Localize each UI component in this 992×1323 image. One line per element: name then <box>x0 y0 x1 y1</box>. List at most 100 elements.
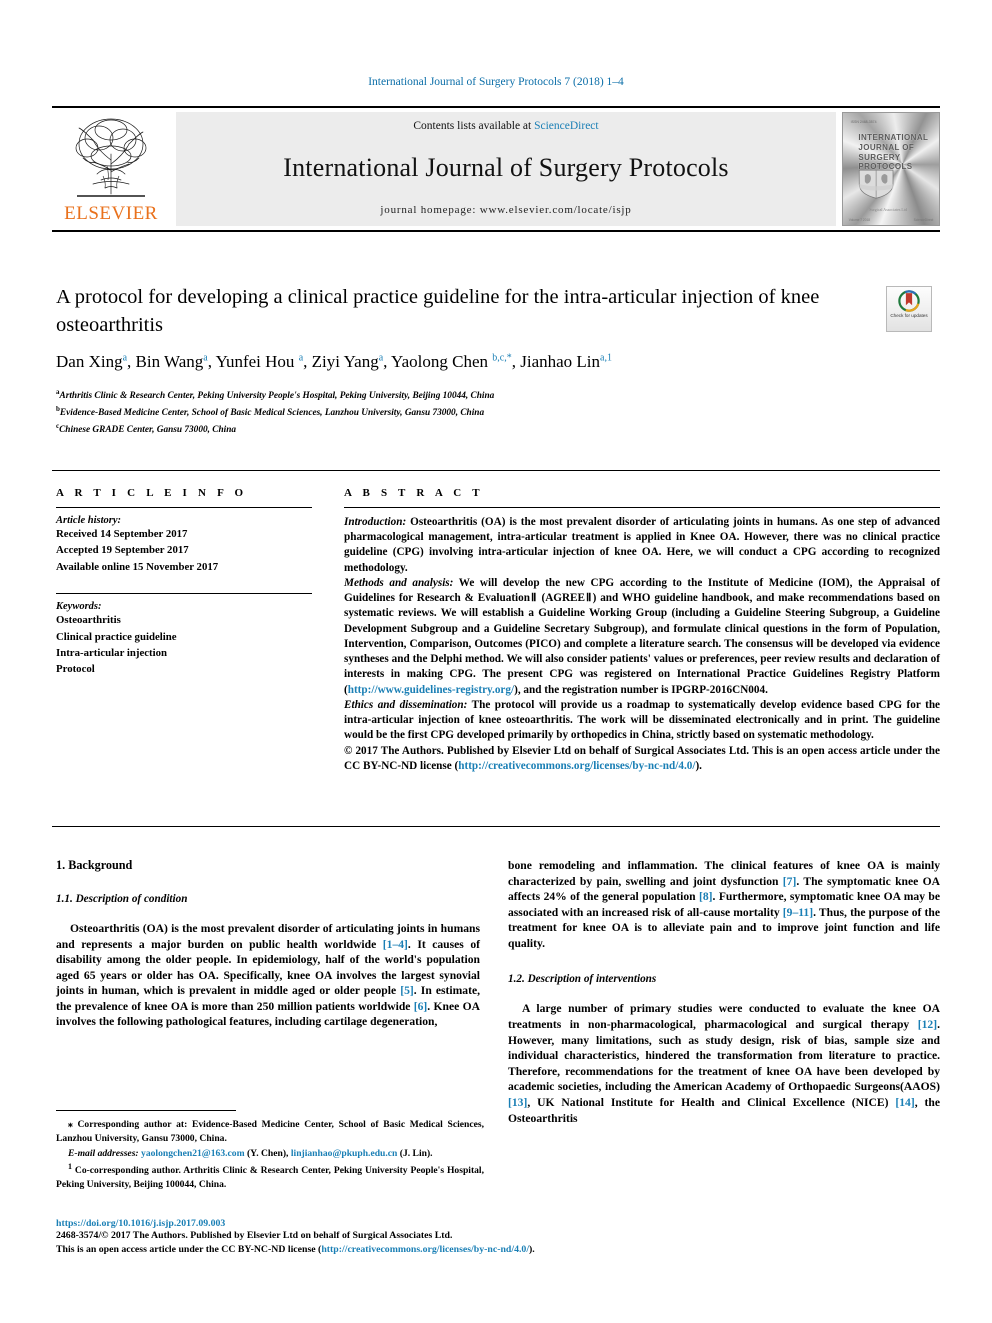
info-abstract-top-rule <box>52 470 940 471</box>
citation-ref[interactable]: [13] <box>508 1096 527 1109</box>
issn-copyright-line: 2468-3574/© 2017 The Authors. Published … <box>56 1230 453 1241</box>
journal-title: International Journal of Surgery Protoco… <box>283 153 729 182</box>
email-addresses-label: E-mail addresses: <box>68 1147 139 1159</box>
journal-masthead: ELSEVIER Contents lists available at Sci… <box>52 106 940 230</box>
citation-ref[interactable]: [12] <box>918 1018 937 1031</box>
abstract-paragraph-introduction: Introduction: Osteoarthritis (OA) is the… <box>344 515 940 576</box>
article-history-accepted: Accepted 19 September 2017 <box>56 544 189 557</box>
elsevier-tree-icon <box>75 118 147 197</box>
article-history-received: Received 14 September 2017 <box>56 528 188 540</box>
abstract-copyright-after: ). <box>695 759 702 772</box>
journal-cover-thumbnail: ISSN 2468-3574 INTERNATIONAL JOURNAL OF … <box>842 112 940 226</box>
journal-article-page: International Journal of Surgery Protoco… <box>0 0 992 1323</box>
crossmark-icon <box>898 290 920 312</box>
para-text: A large number of primary studies were c… <box>508 1002 940 1032</box>
abstract-text-methods-after: ), and the registration number is IPGRP-… <box>514 683 768 696</box>
open-access-text: This is an open access article under the… <box>56 1243 322 1255</box>
email-link-lin[interactable]: linjianhao@pkuph.edu.cn <box>291 1148 398 1159</box>
article-info-rule-1 <box>56 507 312 508</box>
footnote-rule <box>56 1110 236 1111</box>
subsection-heading-description-of-condition: 1.1. Description of condition <box>56 893 188 905</box>
open-access-text-after: ). <box>529 1243 535 1255</box>
keyword-item: Osteoarthritis <box>56 614 121 627</box>
section-heading-background: 1. Background <box>56 858 133 872</box>
cover-crest-icon <box>858 169 893 199</box>
body-column-left: 1. Background 1.1. Description of condit… <box>56 858 480 1041</box>
email-owner-lin: (J. Lin). <box>397 1147 433 1159</box>
keyword-item: Intra-articular injection <box>56 647 168 660</box>
body-paragraph: bone remodeling and inflammation. The cl… <box>508 858 940 951</box>
elsevier-wordmark: ELSEVIER <box>64 203 158 224</box>
cover-ribbon-text: Surgical Associates Ltd <box>869 206 907 212</box>
contents-prefix: Contents lists available at <box>413 120 535 132</box>
crossmark-badge[interactable]: Check for updates <box>886 286 932 332</box>
cc-license-link[interactable]: http://creativecommons.org/licenses/by-n… <box>458 760 695 772</box>
article-info-column: A R T I C L E I N F O Article history: R… <box>56 487 312 678</box>
page-footer: https://doi.org/10.1016/j.isjp.2017.09.0… <box>56 1218 940 1257</box>
affiliation-item: bEvidence-Based Medicine Center, School … <box>56 404 876 421</box>
citation-ref[interactable]: [5] <box>400 984 414 997</box>
journal-band: Contents lists available at ScienceDirec… <box>176 112 836 226</box>
affiliation-item: cChinese GRADE Center, Gansu 73000, Chin… <box>56 421 876 438</box>
affiliation-item: aArthritis Clinic & Research Center, Pek… <box>56 387 876 404</box>
author-list: Dan Xinga, Bin Wanga, Yunfei Hou a, Ziyi… <box>56 352 612 371</box>
keyword-item: Protocol <box>56 663 95 676</box>
contents-available-line: Contents lists available at ScienceDirec… <box>413 120 598 132</box>
footnote-corresponding-author: ⁎ Corresponding author at: Evidence-Base… <box>56 1118 484 1146</box>
keywords-label: Keywords: <box>56 601 102 613</box>
body-paragraph: A large number of primary studies were c… <box>508 1001 940 1126</box>
abstract-rule <box>344 507 940 508</box>
abstract-column: A B S T R A C T Introduction: Osteoarthr… <box>344 487 940 774</box>
abstract-copyright: © 2017 The Authors. Published by Elsevie… <box>344 744 940 774</box>
abstract-lead-introduction: Introduction: <box>344 516 407 528</box>
affiliation-text: Arthritis Clinic & Research Center, Peki… <box>59 391 495 402</box>
cc-license-link-footer[interactable]: http://creativecommons.org/licenses/by-n… <box>321 1244 529 1255</box>
body-column-right: bone remodeling and inflammation. The cl… <box>508 858 940 1137</box>
abstract-lead-methods: Methods and analysis: <box>344 576 454 589</box>
cover-issn: ISSN 2468-3574 <box>850 119 877 124</box>
article-info-heading: A R T I C L E I N F O <box>56 487 248 499</box>
affiliation-list: aArthritis Clinic & Research Center, Pek… <box>56 387 876 438</box>
abstract-lead-ethics: Ethics and dissemination: <box>344 698 468 711</box>
citation-ref[interactable]: [7] <box>783 875 797 888</box>
citation-ref[interactable]: [8] <box>699 890 713 903</box>
abstract-text-introduction: Osteoarthritis (OA) is the most prevalen… <box>344 516 940 574</box>
footnote-emails: E-mail addresses: yaolongchen21@163.com … <box>56 1147 484 1161</box>
footnote-co-corresponding-author: 1 Co-corresponding author. Arthritis Cli… <box>56 1161 484 1192</box>
footnote-text: Corresponding author at: Evidence-Based … <box>56 1119 484 1144</box>
abstract-body: Introduction: Osteoarthritis (OA) is the… <box>344 515 940 774</box>
sciencedirect-link[interactable]: ScienceDirect <box>534 120 599 132</box>
para-text: , UK National Institute for Health and C… <box>527 1095 896 1109</box>
cover-foot-left: Volume 7 2018 <box>848 217 871 222</box>
keyword-item: Clinical practice guideline <box>56 630 177 643</box>
affiliation-text: Chinese GRADE Center, Gansu 73000, China <box>59 425 237 436</box>
registry-platform-link[interactable]: http://www.guidelines-registry.org/ <box>348 684 514 696</box>
subsection-heading-description-of-interventions: 1.2. Description of interventions <box>508 973 657 986</box>
abstract-paragraph-ethics: Ethics and dissemination: The protocol w… <box>344 698 940 744</box>
open-access-line: This is an open access article under the… <box>56 1243 940 1257</box>
citation-ref[interactable]: [9–11] <box>783 906 813 919</box>
article-history-label: Article history: <box>56 515 122 526</box>
email-owner-chen: (Y. Chen), <box>244 1147 291 1159</box>
masthead-bottom-rule <box>52 230 940 232</box>
email-link-chen[interactable]: yaolongchen21@163.com <box>141 1148 245 1159</box>
article-title-block: A protocol for developing a clinical pra… <box>56 283 856 340</box>
citation-ref[interactable]: [1–4] <box>383 938 408 951</box>
crossmark-label: Check for updates <box>890 313 928 318</box>
article-info-rule-2 <box>56 593 312 595</box>
footnote-text: Co-corresponding author. Arthritis Clini… <box>56 1165 484 1191</box>
footnote-block: ⁎ Corresponding author at: Evidence-Base… <box>56 1118 484 1193</box>
cover-foot-right: ScienceDirect <box>913 217 934 222</box>
running-head: International Journal of Surgery Protoco… <box>368 76 624 88</box>
citation-ref[interactable]: [6] <box>414 1000 428 1013</box>
affiliation-text: Evidence-Based Medicine Center, School o… <box>59 408 485 419</box>
citation-ref[interactable]: [14] <box>895 1096 914 1109</box>
elsevier-logo: ELSEVIER <box>52 108 170 230</box>
abstract-heading: A B S T R A C T <box>344 487 484 499</box>
body-paragraph: Osteoarthritis (OA) is the most prevalen… <box>56 921 480 1030</box>
doi-link[interactable]: https://doi.org/10.1016/j.isjp.2017.09.0… <box>56 1218 940 1229</box>
article-history-online: Available online 15 November 2017 <box>56 560 219 573</box>
journal-homepage[interactable]: journal homepage: www.elsevier.com/locat… <box>380 204 631 216</box>
abstract-paragraph-methods: Methods and analysis: We will develop th… <box>344 576 940 698</box>
article-title: A protocol for developing a clinical pra… <box>56 286 820 337</box>
